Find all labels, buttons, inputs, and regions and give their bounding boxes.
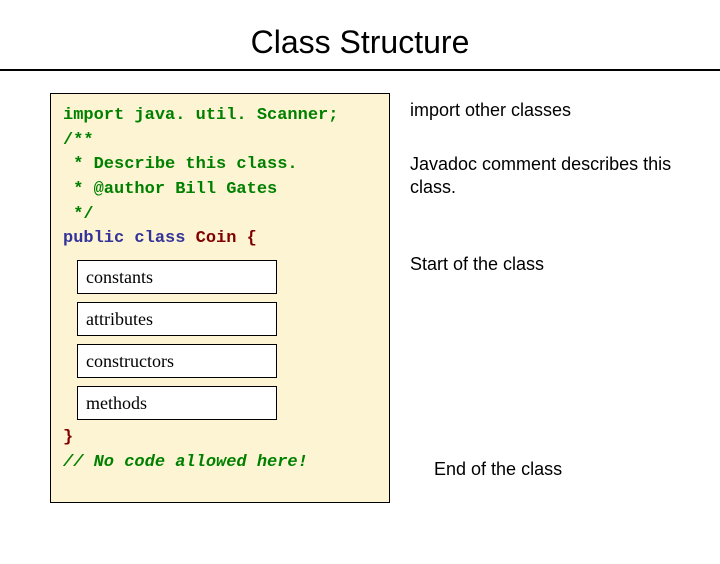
- annotation-import: import other classes: [410, 99, 690, 122]
- annotation-start: Start of the class: [410, 253, 690, 276]
- code-import: import java. util. Scanner;: [63, 104, 377, 129]
- annotation-javadoc: Javadoc comment describes this class.: [410, 153, 690, 200]
- title-rule: [0, 69, 720, 71]
- javadoc-author: * @author Bill Gates: [63, 178, 377, 203]
- box-constructors: constructors: [77, 344, 277, 378]
- slide-title: Class Structure: [0, 24, 720, 61]
- class-close-brace: }: [63, 426, 377, 451]
- javadoc-desc: * Describe this class.: [63, 153, 377, 178]
- code-box: import java. util. Scanner; /** * Descri…: [50, 93, 390, 503]
- box-constants: constants: [77, 260, 277, 294]
- class-decl: public class Coin {: [63, 227, 377, 252]
- javadoc-open: /**: [63, 129, 377, 154]
- box-methods: methods: [77, 386, 277, 420]
- keyword-public-class: public class: [63, 229, 185, 248]
- box-attributes: attributes: [77, 302, 277, 336]
- annotation-end: End of the class: [434, 458, 714, 481]
- no-code-comment: // No code allowed here!: [63, 451, 377, 476]
- javadoc-close: */: [63, 203, 377, 228]
- class-name: Coin {: [185, 229, 256, 248]
